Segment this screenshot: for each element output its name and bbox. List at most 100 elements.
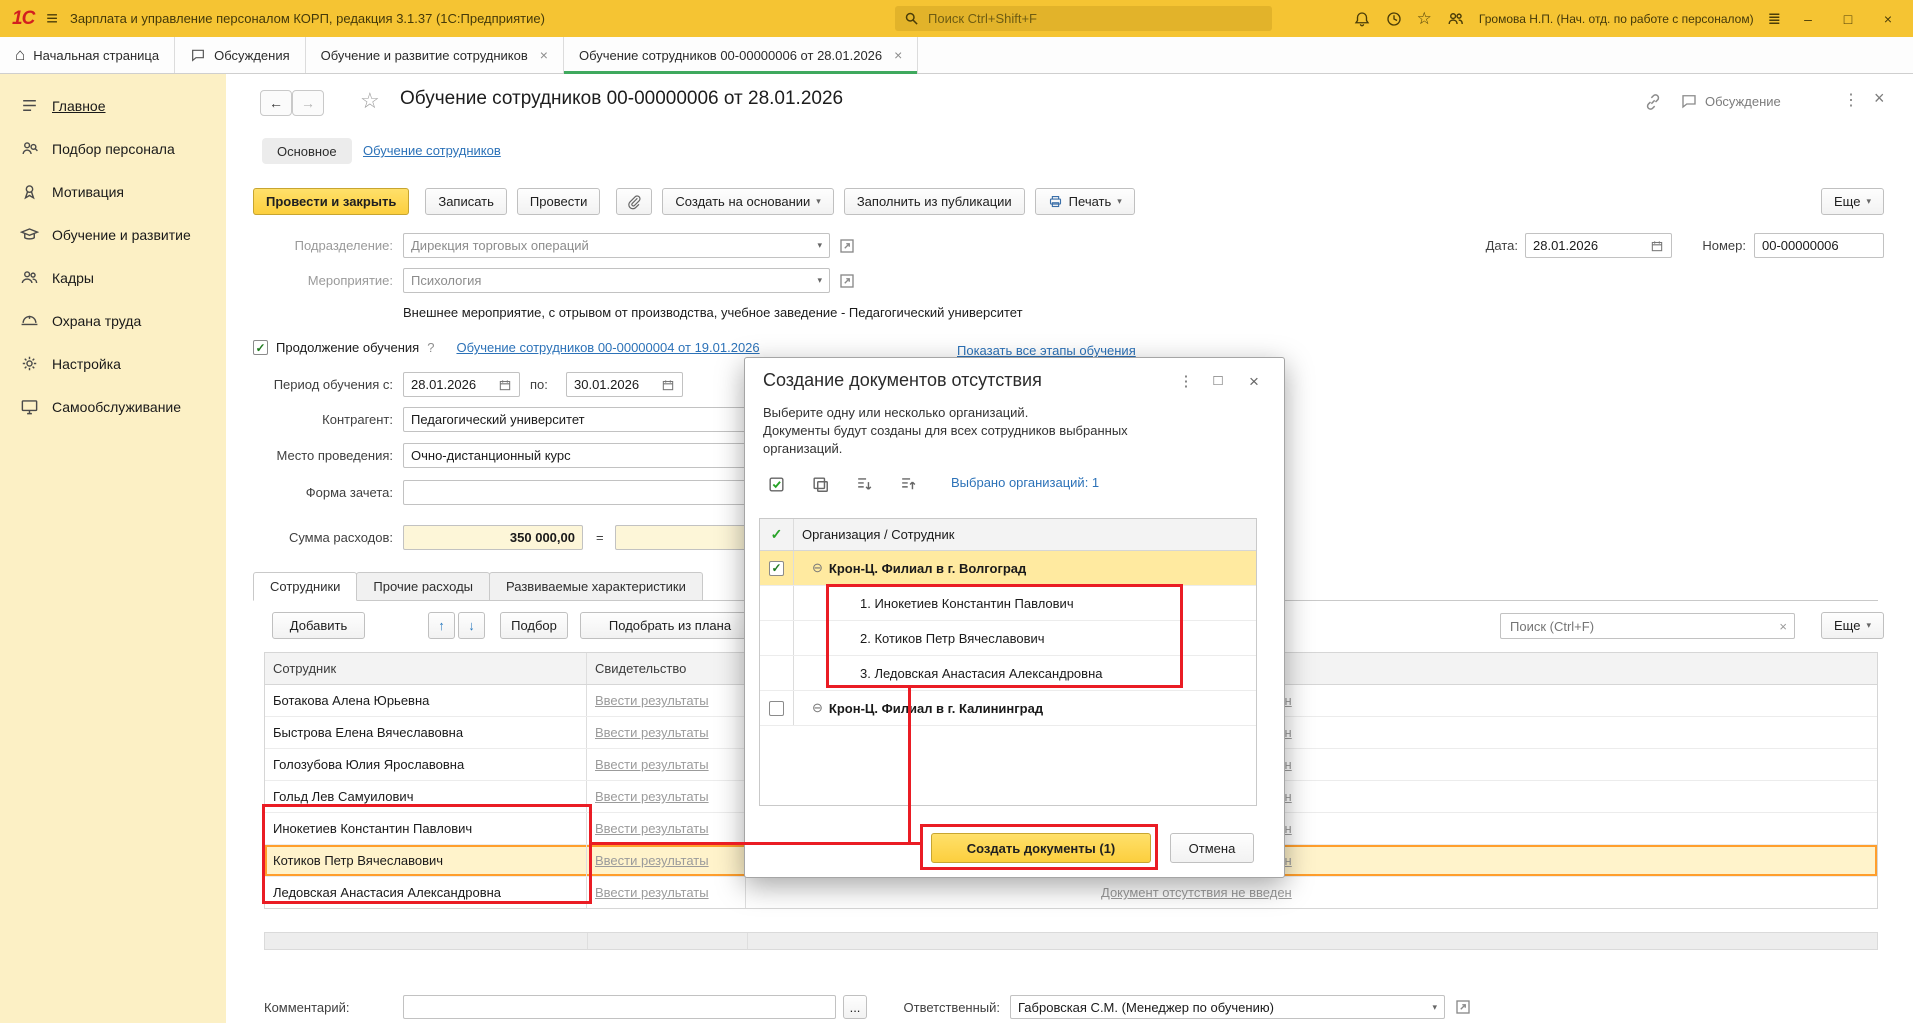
- calendar-icon[interactable]: [1650, 239, 1664, 253]
- number-field[interactable]: 00-00000006: [1754, 233, 1884, 258]
- tab-close-icon[interactable]: ×: [894, 47, 902, 63]
- organization-row-volgograd[interactable]: ✓ ⊖ Крон-Ц. Филиал в г. Волгоград: [760, 551, 1256, 586]
- table-more-button[interactable]: Еще ▾: [1821, 612, 1884, 639]
- dialog-close-icon[interactable]: ×: [1243, 372, 1265, 392]
- tree-collapse-icon[interactable]: ⊖: [812, 560, 823, 576]
- post-and-close-button[interactable]: Провести и закрыть: [253, 188, 410, 215]
- close-window-button[interactable]: ×: [1875, 11, 1901, 27]
- previous-training-link[interactable]: Обучение сотрудников 00-00000004 от 19.0…: [456, 340, 759, 355]
- employee-tree-row[interactable]: 3. Ледовская Анастасия Александровна: [760, 656, 1256, 691]
- pick-from-plan-button[interactable]: Подобрать из плана: [580, 612, 760, 639]
- employee-tree-row[interactable]: 2. Котиков Петр Вячеславович: [760, 621, 1256, 656]
- post-button[interactable]: Провести: [516, 188, 601, 215]
- sidebar-item-self-service[interactable]: Самообслуживание: [0, 385, 226, 428]
- cancel-button[interactable]: Отмена: [1170, 833, 1254, 863]
- tab-discussions[interactable]: Обсуждения: [175, 37, 306, 73]
- expand-all-button[interactable]: [849, 470, 879, 498]
- open-event-icon[interactable]: [838, 272, 856, 290]
- table-search-input[interactable]: [1508, 617, 1774, 635]
- dropdown-icon[interactable]: ▾: [1432, 1002, 1437, 1013]
- form-close-icon[interactable]: ×: [1874, 88, 1885, 109]
- sidebar-item-recruitment[interactable]: Подбор персонала: [0, 127, 226, 170]
- open-responsible-icon[interactable]: [1454, 998, 1472, 1016]
- amount-field[interactable]: 350 000,00: [403, 525, 583, 550]
- tab-close-icon[interactable]: ×: [540, 47, 548, 63]
- nav-link-employee-training[interactable]: Обучение сотрудников: [363, 143, 501, 158]
- sidebar-item-labor-safety[interactable]: Охрана труда: [0, 299, 226, 342]
- enter-results-link[interactable]: Ввести результаты: [595, 821, 709, 836]
- table-row[interactable]: Ледовская Анастасия Александровна Ввести…: [265, 877, 1877, 908]
- sidebar-item-training[interactable]: Обучение и развитие: [0, 213, 226, 256]
- table-search-field[interactable]: ×: [1500, 613, 1795, 639]
- tab-training-development[interactable]: Обучение и развитие сотрудников ×: [306, 37, 564, 73]
- forward-button[interactable]: →: [292, 90, 324, 116]
- sidebar-item-hr[interactable]: Кадры: [0, 256, 226, 299]
- create-based-on-button[interactable]: Создать на основании ▾: [662, 188, 834, 215]
- enter-results-link[interactable]: Ввести результаты: [595, 885, 709, 900]
- history-icon[interactable]: [1385, 10, 1403, 28]
- copy-link-icon[interactable]: [1643, 92, 1663, 112]
- minimize-button[interactable]: –: [1795, 11, 1821, 27]
- enter-results-link[interactable]: Ввести результаты: [595, 757, 709, 772]
- tab-home[interactable]: ⌂ Начальная страница: [0, 37, 176, 73]
- tab-employee-training-doc[interactable]: Обучение сотрудников 00-00000006 от 28.0…: [563, 37, 919, 74]
- print-button[interactable]: Печать ▾: [1034, 188, 1135, 215]
- responsible-field[interactable]: Габровская С.М. (Менеджер по обучению) ▾: [1010, 995, 1445, 1019]
- discussion-button[interactable]: Обсуждение: [1680, 92, 1781, 110]
- department-field[interactable]: Дирекция торговых операций ▾: [403, 233, 830, 258]
- org-checkbox-checked[interactable]: ✓: [769, 560, 784, 576]
- period-from-field[interactable]: 28.01.2026: [403, 372, 520, 397]
- enter-results-link[interactable]: Ввести результаты: [595, 725, 709, 740]
- dropdown-icon[interactable]: ▾: [817, 240, 822, 251]
- sidebar-item-settings[interactable]: Настройка: [0, 342, 226, 385]
- absence-doc-link[interactable]: Документ отсутствия не введен: [1101, 885, 1292, 900]
- collapse-all-button[interactable]: [893, 470, 923, 498]
- nav-tab-main[interactable]: Основное: [262, 138, 352, 164]
- show-all-stages-link[interactable]: Показать все этапы обучения: [957, 343, 1136, 358]
- column-certificate[interactable]: Свидетельство: [587, 653, 746, 684]
- users-icon[interactable]: [1446, 9, 1465, 28]
- dialog-maximize-icon[interactable]: □: [1207, 372, 1229, 389]
- create-documents-button[interactable]: Создать документы (1): [931, 833, 1151, 863]
- back-button[interactable]: ←: [260, 90, 292, 116]
- help-icon[interactable]: ?: [427, 340, 434, 355]
- write-button[interactable]: Записать: [425, 188, 507, 215]
- comment-more-button[interactable]: ...: [843, 995, 867, 1019]
- move-down-button[interactable]: ↓: [458, 612, 485, 639]
- tab-employees[interactable]: Сотрудники: [253, 572, 358, 601]
- dropdown-icon[interactable]: ▾: [817, 275, 822, 286]
- form-kebab-icon[interactable]: ⋮: [1843, 90, 1859, 110]
- org-checkbox-unchecked[interactable]: [769, 700, 784, 716]
- tab-developed-characteristics[interactable]: Развиваемые характеристики: [489, 572, 703, 600]
- period-to-field[interactable]: 30.01.2026: [566, 372, 683, 397]
- add-row-button[interactable]: Добавить: [272, 612, 365, 639]
- notifications-bell-icon[interactable]: [1353, 10, 1371, 28]
- organization-row-kaliningrad[interactable]: ⊖ Крон-Ц. Филиал в г. Калининград: [760, 691, 1256, 726]
- current-user[interactable]: Громова Н.П. (Нач. отд. по работе с перс…: [1479, 12, 1754, 26]
- main-menu-icon[interactable]: ≡: [46, 9, 58, 29]
- enter-results-link[interactable]: Ввести результаты: [595, 693, 709, 708]
- calendar-icon[interactable]: [498, 378, 512, 392]
- column-employee[interactable]: Сотрудник: [265, 653, 587, 684]
- employee-tree-row[interactable]: 1. Инокетиев Константин Павлович: [760, 586, 1256, 621]
- selected-organizations-info[interactable]: Выбрано организаций: 1: [951, 475, 1099, 490]
- move-up-button[interactable]: ↑: [428, 612, 455, 639]
- continuation-checkbox[interactable]: ✓: [253, 340, 268, 355]
- attachments-button[interactable]: [616, 188, 653, 215]
- check-all-button[interactable]: [761, 470, 791, 498]
- open-department-icon[interactable]: [838, 237, 856, 255]
- favorite-star-icon[interactable]: ☆: [360, 88, 380, 114]
- service-menu-icon[interactable]: ≣: [1768, 9, 1781, 29]
- pick-button[interactable]: Подбор: [500, 612, 568, 639]
- event-field[interactable]: Психология ▾: [403, 268, 830, 293]
- date-field[interactable]: 28.01.2026: [1525, 233, 1672, 258]
- tree-collapse-icon[interactable]: ⊖: [812, 700, 823, 716]
- sidebar-item-motivation[interactable]: Мотивация: [0, 170, 226, 213]
- tab-other-expenses[interactable]: Прочие расходы: [356, 572, 491, 600]
- favorites-star-icon[interactable]: ☆: [1417, 9, 1432, 29]
- toolbar-more-button[interactable]: Еще ▾: [1821, 188, 1884, 215]
- calendar-icon[interactable]: [661, 378, 675, 392]
- sidebar-item-main[interactable]: Главное: [0, 84, 226, 127]
- clear-search-icon[interactable]: ×: [1779, 619, 1787, 634]
- global-search[interactable]: [895, 6, 1272, 31]
